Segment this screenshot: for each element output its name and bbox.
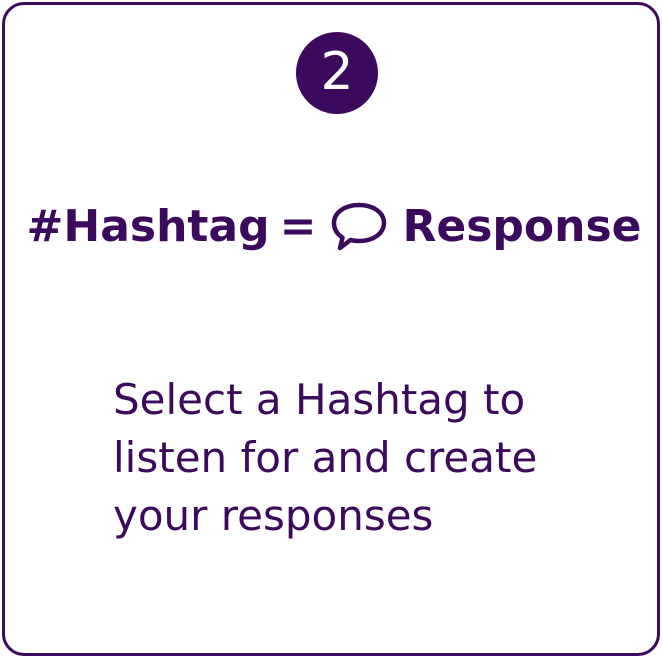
step-badge: 2 [296,32,378,114]
step-number: 2 [320,42,354,102]
headline-response: Response [402,201,642,252]
headline-equals: = [279,201,317,252]
speech-bubble-icon [329,199,389,255]
step-card: 2 #Hashtag = Response Select a Hashtag t… [2,2,660,656]
step-description: Select a Hashtag to listen for and creat… [113,375,538,540]
headline-hashtag: #Hashtag [26,201,270,252]
headline: #Hashtag = Response [5,199,662,255]
